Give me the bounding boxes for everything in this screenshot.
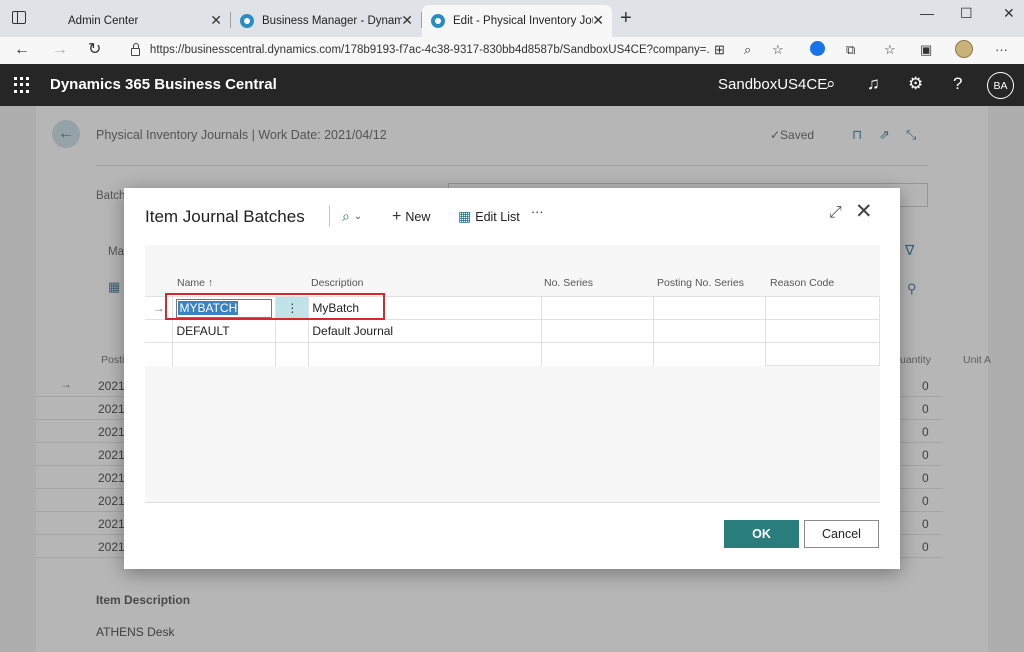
expand-icon[interactable]: ⤢: [829, 204, 842, 222]
browser-address-bar: ← → ↻ https://businesscentral.dynamics.c…: [0, 37, 1024, 64]
description-cell[interactable]: [308, 342, 542, 366]
column-header-no-series[interactable]: No. Series: [544, 277, 593, 289]
app-launcher-icon[interactable]: [14, 77, 30, 93]
favorites-icon[interactable]: ☆: [884, 42, 896, 58]
search-icon[interactable]: ⌕: [826, 74, 836, 94]
name-value: MYBATCH: [178, 300, 239, 315]
column-header-name[interactable]: Name ↑: [177, 277, 213, 289]
app-available-icon[interactable]: ⊞: [714, 42, 725, 58]
edit-list-button[interactable]: ▦ Edit List: [458, 208, 520, 225]
dynamics-favicon-icon: [431, 14, 445, 28]
batches-table: → MYBATCH ⋮ MyBatch DEFAULT Default Journal: [145, 296, 880, 366]
favorite-star-icon[interactable]: ☆: [772, 42, 784, 58]
row-menu-button[interactable]: [275, 319, 310, 343]
search-button[interactable]: ⌕ ⌄: [342, 208, 362, 225]
description-cell[interactable]: Default Journal: [308, 319, 542, 343]
new-button[interactable]: + New: [392, 208, 430, 226]
browser-tab-physical-inventory[interactable]: Edit - Physical Inventory Journals ✕: [422, 5, 612, 37]
table-row[interactable]: → MYBATCH ⋮ MyBatch: [145, 296, 880, 320]
refresh-button[interactable]: ↻: [88, 40, 101, 60]
divider: [145, 502, 880, 503]
ok-button[interactable]: OK: [724, 520, 799, 548]
zoom-icon[interactable]: ⌕: [744, 42, 751, 58]
browser-tab-business-manager[interactable]: Business Manager - Dynamics 365 ✕: [231, 5, 421, 37]
back-button[interactable]: ←: [14, 40, 30, 60]
edit-list-label: Edit List: [475, 209, 520, 224]
dialog-title: Item Journal Batches: [145, 207, 305, 226]
url-field[interactable]: https://businesscentral.dynamics.com/178…: [125, 39, 710, 61]
chevron-down-icon: ⌄: [353, 211, 363, 222]
user-avatar[interactable]: BA: [987, 72, 1014, 99]
plus-icon: +: [392, 208, 402, 225]
reason-code-cell[interactable]: [765, 319, 880, 343]
help-icon[interactable]: ?: [953, 74, 962, 94]
posting-no-series-cell[interactable]: [652, 296, 767, 320]
maximize-button[interactable]: ☐: [960, 5, 973, 22]
cancel-button[interactable]: Cancel: [804, 520, 879, 548]
tab-title: Admin Center: [68, 15, 139, 27]
close-icon[interactable]: ✕: [855, 201, 873, 223]
edge-globe-icon[interactable]: [810, 41, 825, 56]
divider: [329, 205, 330, 227]
no-series-cell[interactable]: [540, 296, 655, 320]
table-row[interactable]: [145, 342, 880, 366]
item-journal-batches-dialog: Item Journal Batches ⌕ ⌄ + New ▦ Edit Li…: [124, 188, 900, 569]
edit-list-icon: ▦: [458, 208, 472, 224]
extensions-icon[interactable]: ⧉: [846, 42, 855, 58]
new-tab-button[interactable]: +: [620, 8, 632, 28]
row-indicator-icon: [145, 319, 174, 343]
tab-title: Business Manager - Dynamics 365: [262, 15, 402, 27]
app-header: Dynamics 365 Business Central SandboxUS4…: [0, 64, 1024, 106]
row-menu-button[interactable]: [275, 342, 310, 366]
lock-icon: [131, 43, 140, 56]
dynamics-favicon-icon: [240, 14, 254, 28]
browser-more-button[interactable]: ···: [995, 42, 1008, 58]
row-indicator-icon: →: [145, 296, 174, 320]
collections-icon[interactable]: ▣: [920, 42, 932, 58]
name-cell[interactable]: MYBATCH: [172, 296, 277, 320]
no-series-cell[interactable]: [540, 319, 655, 343]
tab-actions-icon[interactable]: [12, 11, 26, 24]
environment-name: SandboxUS4CE: [718, 76, 828, 93]
more-label: ···: [531, 205, 544, 219]
name-cell[interactable]: [172, 342, 277, 366]
posting-no-series-cell[interactable]: [652, 319, 767, 343]
close-icon[interactable]: ✕: [401, 13, 413, 27]
forward-button[interactable]: →: [52, 40, 68, 60]
column-header-reason-code[interactable]: Reason Code: [770, 277, 834, 289]
close-icon[interactable]: ✕: [210, 13, 222, 27]
reason-code-cell[interactable]: [765, 342, 880, 366]
app-name[interactable]: Dynamics 365 Business Central: [50, 76, 277, 93]
minimize-button[interactable]: —: [920, 5, 934, 21]
bell-icon[interactable]: ♫: [867, 74, 880, 94]
browser-tab-admin-center[interactable]: Admin Center ✕: [40, 5, 230, 37]
description-cell[interactable]: MyBatch: [308, 296, 542, 320]
search-icon: ⌕: [342, 208, 350, 224]
browser-tab-bar: Admin Center ✕ Business Manager - Dynami…: [0, 0, 1024, 37]
no-series-cell[interactable]: [540, 342, 655, 366]
posting-no-series-cell[interactable]: [652, 342, 767, 366]
tab-title: Edit - Physical Inventory Journals: [453, 15, 593, 27]
row-menu-button[interactable]: ⋮: [275, 296, 310, 320]
reason-code-cell[interactable]: [765, 296, 880, 320]
table-row[interactable]: DEFAULT Default Journal: [145, 319, 880, 343]
column-header-posting-no-series[interactable]: Posting No. Series: [657, 277, 744, 289]
name-input[interactable]: MYBATCH: [176, 298, 273, 318]
name-cell[interactable]: DEFAULT: [172, 319, 277, 343]
more-actions-button[interactable]: ···: [531, 205, 544, 219]
column-header-description[interactable]: Description: [311, 277, 364, 289]
close-icon[interactable]: ✕: [592, 13, 604, 27]
url-text: https://businesscentral.dynamics.com/178…: [149, 44, 710, 56]
window-close-button[interactable]: ✕: [1003, 5, 1015, 22]
new-label: New: [405, 210, 431, 224]
gear-icon[interactable]: ⚙: [908, 74, 923, 94]
row-indicator-icon: [145, 342, 174, 366]
browser-profile-avatar[interactable]: [955, 40, 973, 58]
